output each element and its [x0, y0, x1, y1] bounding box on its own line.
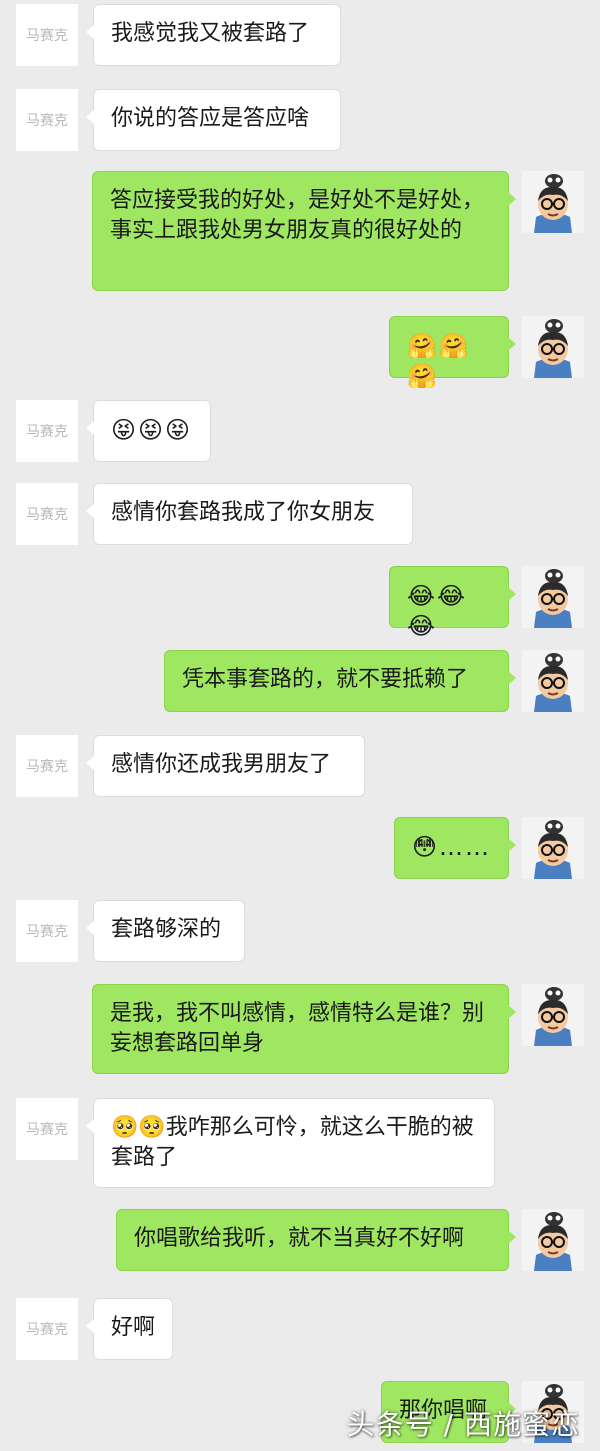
self-avatar[interactable] — [522, 316, 584, 378]
message-bubble-sent[interactable]: 😂😂😂 — [389, 566, 516, 640]
message-bubble-sent[interactable]: 是我，我不叫感情，感情特么是谁？别妄想套路回单身 — [92, 984, 516, 1074]
self-avatar[interactable] — [522, 650, 584, 712]
contact-avatar[interactable]: 马赛克 — [16, 1298, 78, 1360]
watermark: 头条号 / 西施蜜恋 — [346, 1408, 580, 1441]
contact-avatar[interactable]: 马赛克 — [16, 735, 78, 797]
self-avatar[interactable] — [522, 984, 584, 1046]
message-bubble-sent[interactable]: 答应接受我的好处，是好处不是好处，事实上跟我处男女朋友真的很好处的 — [92, 171, 516, 291]
message-bubble-sent[interactable]: 😳…… — [394, 817, 516, 879]
message-bubble-received[interactable]: 套路够深的 — [86, 900, 245, 962]
cartoon-avatar-icon — [522, 817, 584, 879]
contact-avatar[interactable]: 马赛克 — [16, 4, 78, 66]
message-bubble-received[interactable]: 😝😝😝 — [86, 400, 211, 462]
message-bubble-received[interactable]: 我感觉我又被套路了 — [86, 4, 341, 66]
cartoon-avatar-icon — [522, 1209, 584, 1271]
message-bubble-received[interactable]: 感情你套路我成了你女朋友 — [86, 483, 413, 545]
message-bubble-sent[interactable]: 凭本事套路的，就不要抵赖了 — [164, 650, 516, 712]
self-avatar[interactable] — [522, 817, 584, 879]
cartoon-avatar-icon — [522, 650, 584, 712]
message-bubble-sent[interactable]: 🤗🤗🤗 — [389, 316, 516, 390]
message-bubble-received[interactable]: 好啊 — [86, 1298, 173, 1360]
contact-avatar[interactable]: 马赛克 — [16, 900, 78, 962]
self-avatar[interactable] — [522, 566, 584, 628]
self-avatar[interactable] — [522, 1209, 584, 1271]
self-avatar[interactable] — [522, 171, 584, 233]
contact-avatar[interactable]: 马赛克 — [16, 1098, 78, 1160]
message-bubble-sent[interactable]: 你唱歌给我听，就不当真好不好啊 — [116, 1209, 516, 1271]
message-bubble-received[interactable]: 🥺🥺我咋那么可怜，就这么干脆的被套路了 — [86, 1098, 495, 1188]
cartoon-avatar-icon — [522, 566, 584, 628]
contact-avatar[interactable]: 马赛克 — [16, 400, 78, 462]
contact-avatar[interactable]: 马赛克 — [16, 483, 78, 545]
cartoon-avatar-icon — [522, 316, 584, 378]
cartoon-avatar-icon — [522, 171, 584, 233]
contact-avatar[interactable]: 马赛克 — [16, 89, 78, 151]
message-bubble-received[interactable]: 感情你还成我男朋友了 — [86, 735, 365, 797]
message-bubble-received[interactable]: 你说的答应是答应啥 — [86, 89, 341, 151]
cartoon-avatar-icon — [522, 984, 584, 1046]
